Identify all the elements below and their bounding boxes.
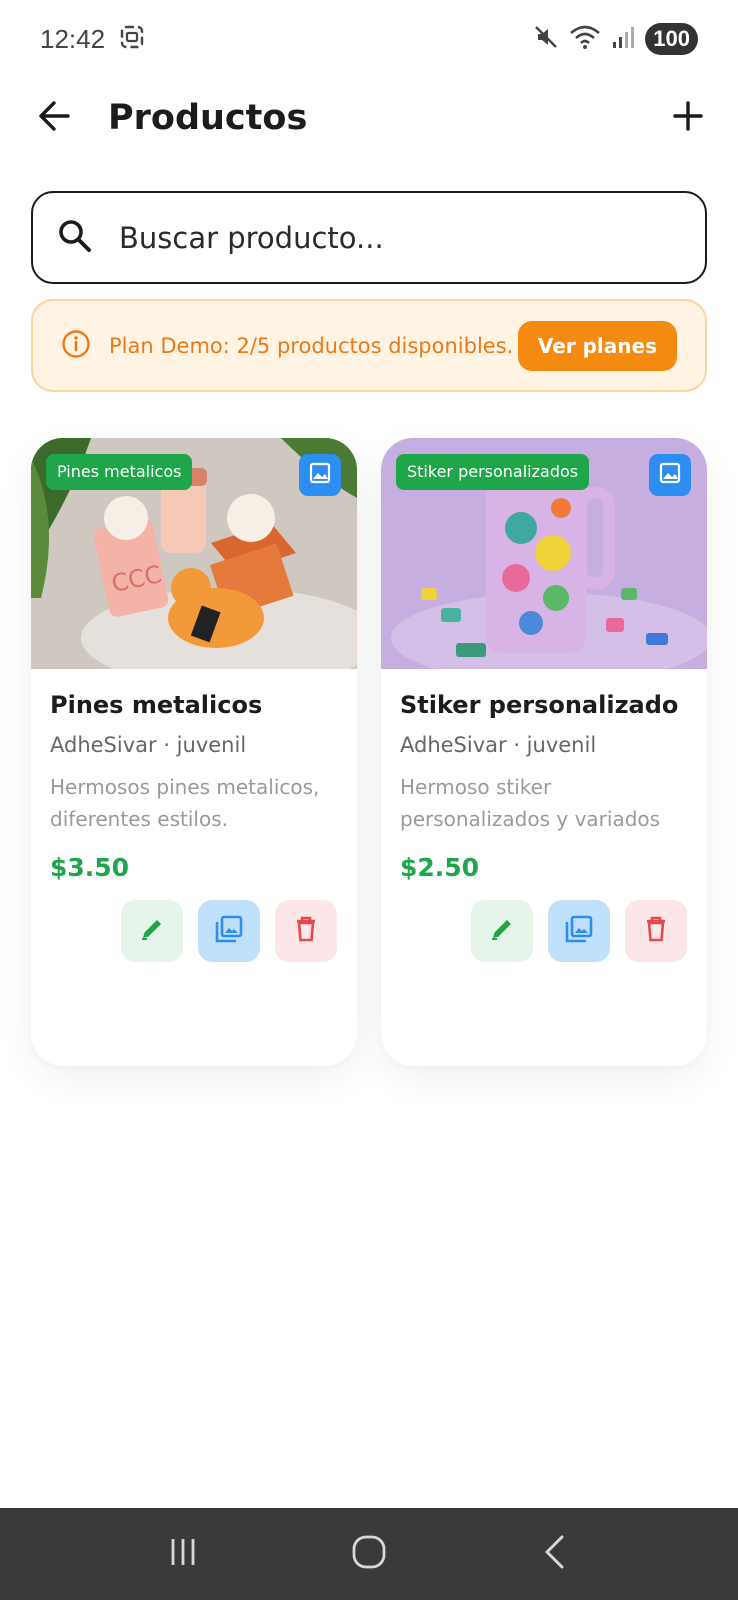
category-tag: Stiker personalizados bbox=[396, 454, 590, 490]
trash-icon bbox=[293, 915, 319, 947]
product-card[interactable]: Stiker personalizados Stiker personaliza… bbox=[381, 438, 707, 1066]
pencil-icon bbox=[138, 915, 166, 947]
back-button[interactable] bbox=[34, 98, 74, 138]
search-icon bbox=[57, 218, 93, 258]
product-description: Hermosos pines metalicos, diferentes est… bbox=[50, 775, 320, 831]
status-time: 12:42 bbox=[40, 23, 106, 54]
delete-button[interactable] bbox=[625, 900, 687, 962]
product-title: Stiker personalizado bbox=[400, 691, 679, 719]
add-product-button[interactable] bbox=[668, 98, 708, 138]
system-nav-bar bbox=[0, 1508, 738, 1600]
category-tag: Pines metalicos bbox=[46, 454, 193, 490]
plan-text: Plan Demo: 2/5 productos disponibles. bbox=[109, 333, 514, 358]
gallery-button[interactable] bbox=[548, 900, 610, 962]
product-price: $2.50 bbox=[400, 853, 480, 882]
view-plans-button[interactable]: Ver planes bbox=[517, 320, 677, 371]
image-icon bbox=[309, 462, 331, 488]
delete-button[interactable] bbox=[275, 900, 337, 962]
plan-banner: Plan Demo: 2/5 productos disponibles. Ve… bbox=[31, 299, 707, 392]
recent-apps-button[interactable] bbox=[153, 1524, 213, 1584]
edit-button[interactable] bbox=[121, 900, 183, 962]
gallery-button[interactable] bbox=[198, 900, 260, 962]
battery-indicator: 100 bbox=[645, 23, 698, 55]
image-icon bbox=[659, 462, 681, 488]
gallery-icon bbox=[214, 914, 244, 948]
home-button[interactable] bbox=[339, 1524, 399, 1584]
app-header: Productos bbox=[0, 78, 738, 158]
product-actions bbox=[50, 900, 337, 962]
arrow-left-icon bbox=[36, 98, 72, 138]
product-title: Pines metalicos bbox=[50, 691, 263, 719]
plus-icon bbox=[672, 100, 704, 136]
product-actions bbox=[400, 900, 687, 962]
product-card[interactable]: CCC Pines metalicos Pines metalicos Adhe… bbox=[31, 438, 357, 1066]
screenshot-icon bbox=[119, 24, 145, 54]
recent-apps-icon bbox=[166, 1535, 200, 1573]
mute-icon bbox=[533, 24, 559, 54]
search-input[interactable] bbox=[119, 220, 679, 255]
status-bar: 12:42 100 bbox=[0, 0, 738, 78]
trash-icon bbox=[643, 915, 669, 947]
home-icon bbox=[351, 1534, 387, 1574]
info-icon bbox=[61, 329, 91, 363]
edit-button[interactable] bbox=[471, 900, 533, 962]
product-description: Hermoso stiker personalizados y variados bbox=[400, 775, 661, 831]
chevron-left-icon bbox=[540, 1534, 570, 1574]
product-price: $3.50 bbox=[50, 853, 130, 882]
product-meta: AdheSivar · juvenil bbox=[400, 733, 597, 757]
wifi-icon bbox=[569, 24, 601, 54]
search-bar[interactable] bbox=[31, 191, 707, 284]
signal-icon bbox=[611, 24, 635, 54]
change-image-button[interactable] bbox=[649, 454, 691, 496]
system-back-button[interactable] bbox=[525, 1524, 585, 1584]
change-image-button[interactable] bbox=[299, 454, 341, 496]
gallery-icon bbox=[564, 914, 594, 948]
product-image: CCC Pines metalicos bbox=[31, 438, 357, 669]
product-image: Stiker personalizados bbox=[381, 438, 707, 669]
pencil-icon bbox=[488, 915, 516, 947]
product-meta: AdheSivar · juvenil bbox=[50, 733, 247, 757]
page-title: Productos bbox=[108, 98, 308, 138]
